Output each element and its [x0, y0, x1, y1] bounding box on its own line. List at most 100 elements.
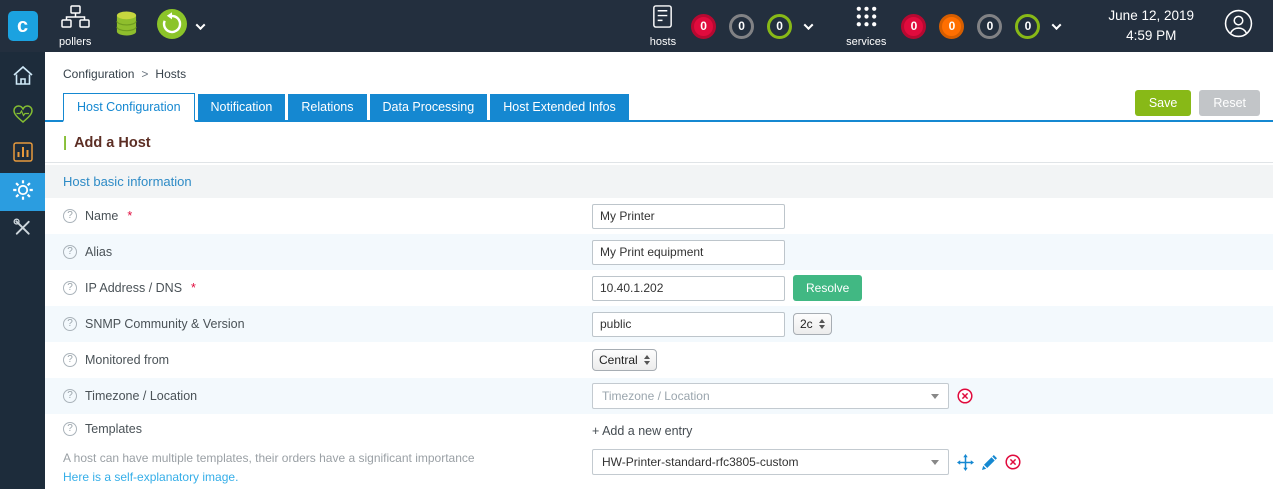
tab-host-configuration[interactable]: Host Configuration — [63, 92, 195, 122]
breadcrumb-separator: > — [141, 67, 149, 81]
form-row-monitored-from: ? Monitored from Central — [45, 342, 1273, 378]
resolve-button[interactable]: Resolve — [793, 275, 863, 301]
pollers-icon — [60, 4, 90, 34]
app-window: c pollers hosts 0 0 0 services 0 0 0 0 J… — [0, 0, 1273, 489]
template-remove-button[interactable] — [1005, 454, 1021, 470]
breadcrumb-item-hosts[interactable]: Hosts — [155, 67, 186, 81]
tab-actions: Save Reset — [1134, 90, 1260, 116]
chevron-down-icon[interactable] — [195, 19, 206, 30]
section-host-basic-information: Host basic information — [45, 165, 1273, 198]
form-row-alias: ? Alias — [45, 234, 1273, 270]
hosts-status[interactable]: hosts — [650, 4, 676, 48]
gear-icon — [12, 179, 34, 206]
help-icon[interactable]: ? — [63, 389, 77, 403]
help-icon[interactable]: ? — [63, 209, 77, 223]
database-status[interactable] — [115, 10, 138, 43]
breadcrumb-item-configuration[interactable]: Configuration — [63, 67, 134, 81]
ip-address-label: IP Address / DNS — [85, 281, 183, 295]
services-icon — [854, 4, 879, 34]
timezone-select[interactable]: Timezone / Location — [592, 383, 949, 409]
tab-bar: Host Configuration Notification Relation… — [45, 90, 1273, 122]
select-stepper-icon — [643, 355, 650, 365]
pollers-status[interactable]: pollers — [59, 4, 92, 48]
current-time: 4:59 PM — [1126, 28, 1177, 43]
snmp-community-input[interactable] — [592, 311, 785, 337]
sidebar-item-configuration[interactable] — [0, 173, 45, 211]
template-move-handle[interactable] — [957, 453, 974, 471]
reset-button[interactable]: Reset — [1199, 90, 1260, 116]
ip-address-input[interactable] — [592, 275, 785, 301]
tab-host-extended-infos[interactable]: Host Extended Infos — [490, 93, 629, 120]
templates-help-link[interactable]: Here is a self-explanatory image. — [63, 468, 592, 487]
sidebar-item-administration[interactable] — [0, 211, 45, 249]
chevron-down-icon — [931, 393, 939, 399]
save-button[interactable]: Save — [1134, 90, 1192, 116]
main-content: Configuration > Hosts Host Configuration… — [45, 52, 1273, 489]
form-row-name: ? Name * — [45, 198, 1273, 234]
alias-input[interactable] — [592, 239, 785, 265]
hosts-label: hosts — [649, 36, 677, 48]
home-icon — [12, 65, 34, 91]
services-status[interactable]: services — [846, 4, 886, 48]
help-icon[interactable]: ? — [63, 245, 77, 259]
sidebar-item-home[interactable] — [0, 59, 45, 97]
pollers-label: pollers — [59, 35, 92, 48]
services-warning-badge[interactable]: 0 — [939, 13, 965, 39]
hosts-up-badge[interactable]: 0 — [767, 13, 793, 39]
template-select[interactable]: HW-Printer-standard-rfc3805-custom — [592, 449, 949, 475]
services-label: services — [846, 36, 887, 48]
required-marker: * — [191, 281, 196, 295]
centreon-logo[interactable]: c — [0, 0, 45, 52]
tab-data-processing[interactable]: Data Processing — [369, 93, 488, 120]
services-counters: services 0 0 0 0 — [846, 4, 1062, 48]
user-icon — [1224, 9, 1253, 43]
alias-label: Alias — [85, 245, 113, 259]
chevron-down-icon[interactable] — [803, 19, 814, 30]
help-icon[interactable]: ? — [63, 281, 77, 295]
timezone-label: Timezone / Location — [85, 389, 198, 403]
form-row-timezone: ? Timezone / Location Timezone / Locatio… — [45, 378, 1273, 414]
help-icon[interactable]: ? — [63, 317, 77, 331]
timezone-clear-button[interactable] — [957, 388, 973, 404]
tab-notification[interactable]: Notification — [197, 93, 286, 120]
user-menu[interactable] — [1224, 9, 1253, 43]
form-row-ip-address: ? IP Address / DNS * Resolve — [45, 270, 1273, 306]
tools-icon — [12, 217, 33, 243]
snmp-version-value: 2c — [800, 317, 813, 331]
title-accent-bar: | — [63, 135, 68, 151]
monitored-from-value: Central — [599, 353, 638, 367]
templates-help-text: A host can have multiple templates, thei… — [63, 451, 475, 465]
template-edit-button[interactable] — [982, 454, 997, 470]
timezone-placeholder: Timezone / Location — [602, 389, 710, 403]
templates-add-entry-link[interactable]: + Add a new entry — [592, 422, 1021, 449]
services-critical-badge[interactable]: 0 — [901, 13, 927, 39]
centreon-logo-icon: c — [7, 11, 38, 41]
help-icon[interactable]: ? — [63, 353, 77, 367]
services-unknown-badge[interactable]: 0 — [977, 13, 1003, 39]
required-marker: * — [127, 209, 133, 223]
template-selected-value: HW-Printer-standard-rfc3805-custom — [602, 455, 799, 469]
page-title-text: Add a Host — [74, 135, 151, 151]
tab-relations[interactable]: Relations — [288, 93, 367, 120]
monitored-from-label: Monitored from — [85, 353, 170, 367]
sidebar — [0, 52, 45, 489]
services-ok-badge[interactable]: 0 — [1015, 13, 1041, 39]
name-input[interactable] — [592, 203, 785, 229]
chevron-down-icon[interactable] — [1051, 19, 1062, 30]
heart-pulse-icon — [12, 104, 34, 129]
hosts-unreachable-badge[interactable]: 0 — [729, 13, 755, 39]
hosts-down-badge[interactable]: 0 — [691, 13, 717, 39]
sync-status[interactable] — [156, 8, 206, 45]
monitored-from-select[interactable]: Central — [592, 349, 657, 371]
datetime: June 12, 2019 4:59 PM — [1108, 6, 1194, 45]
help-icon[interactable]: ? — [63, 422, 77, 436]
chart-icon — [12, 141, 33, 167]
sync-icon — [156, 8, 188, 45]
sidebar-item-reporting[interactable] — [0, 135, 45, 173]
hosts-icon — [650, 4, 675, 34]
templates-label: Templates — [85, 422, 142, 436]
select-stepper-icon — [818, 319, 825, 329]
page-title: | Add a Host — [45, 122, 1273, 163]
snmp-version-select[interactable]: 2c — [793, 313, 832, 335]
sidebar-item-monitoring[interactable] — [0, 97, 45, 135]
